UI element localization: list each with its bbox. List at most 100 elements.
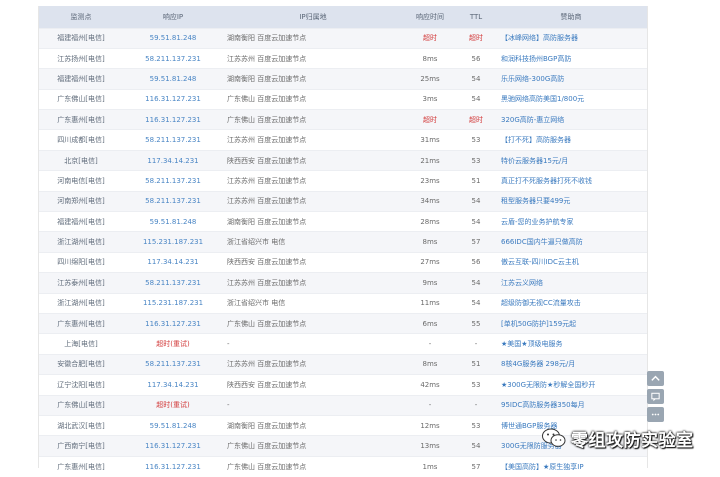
response-time-cell: 34ms	[403, 190, 457, 212]
monitor-location-cell: 福建福州[电信]	[39, 27, 123, 49]
header-response-time[interactable]: 响应时间	[403, 6, 457, 28]
ip-location-cell: 江苏苏州 百度云加速节点	[223, 47, 403, 69]
sponsor-cell: 【打不死】高防服务器	[495, 129, 647, 151]
monitor-location-cell: 浙江湖州[电信]	[39, 231, 123, 253]
table-row: 广东惠州[电信] 116.31.127.231 广东佛山 百度云加速节点 6ms 55 […	[39, 312, 647, 334]
sponsor-link[interactable]: 666IDC国内牛逼只做高防	[501, 238, 583, 246]
header-monitor[interactable]: 监测点	[39, 6, 123, 28]
sponsor-link[interactable]: 【打不死】高防服务器	[501, 136, 571, 144]
sponsor-link[interactable]: 8核4G服务器 298元/月	[501, 360, 575, 368]
sponsor-link[interactable]: 云盾-您的业务护航专家	[501, 218, 574, 226]
ttl-cell: 53	[457, 129, 495, 151]
ip-location-cell: 浙江省绍兴市 电信	[223, 231, 403, 253]
table-row: 广东惠州[电信] 116.31.127.231 广东佛山 百度云加速节点 1ms 57 【…	[39, 455, 647, 477]
monitor-location-cell: 河南电信[电信]	[39, 170, 123, 192]
ttl-cell: 54	[457, 190, 495, 212]
more-icon	[651, 413, 660, 416]
response-ip-cell: 117.34.14.231	[123, 251, 223, 273]
monitor-location-cell: 湖北武汉[电信]	[39, 414, 123, 436]
monitor-location-cell: 上海[电信]	[39, 333, 123, 355]
ttl-cell: 56	[457, 47, 495, 69]
table-row: 北京[电信] 117.34.14.231 陕西西安 百度云加速节点 21ms 53 特价云…	[39, 149, 647, 171]
ip-location-cell: 陕西西安 百度云加速节点	[223, 251, 403, 273]
response-ip-cell[interactable]: 超时(重试)	[123, 333, 223, 355]
response-ip-cell: 116.31.127.231	[123, 455, 223, 477]
response-ip-cell: 58.211.137.231	[123, 190, 223, 212]
sponsor-cell: 傲云互联-四川IDC云主机	[495, 251, 647, 273]
monitor-location-cell: 江苏扬州[电信]	[39, 47, 123, 69]
response-ip-cell: 116.31.127.231	[123, 435, 223, 457]
response-time-cell: 6ms	[403, 312, 457, 334]
sponsor-link[interactable]: 黑驰网络高防美国1/800元	[501, 95, 584, 103]
response-time-cell: 8ms	[403, 47, 457, 69]
sponsor-link[interactable]: ★300G无限防★秒解全国秒开	[501, 381, 595, 389]
table-row: 广东惠州[电信] 116.31.127.231 广东佛山 百度云加速节点 超时 超时 32…	[39, 109, 647, 130]
ip-location-cell: -	[223, 394, 403, 416]
monitor-location-cell: 浙江湖州[电信]	[39, 292, 123, 314]
monitor-location-cell: 四川绵阳[电信]	[39, 251, 123, 273]
ip-location-cell: 江苏苏州 百度云加速节点	[223, 129, 403, 151]
header-geo[interactable]: IP归属地	[223, 6, 403, 28]
ttl-cell: 57	[457, 455, 495, 477]
sponsor-link[interactable]: 超级防御无视CC流量攻击	[501, 299, 581, 307]
table-row: 辽宁沈阳[电信] 117.34.14.231 陕西西安 百度云加速节点 42ms 53 ★…	[39, 374, 647, 396]
response-time-cell: -	[403, 333, 457, 355]
sponsor-link[interactable]: 【美国高防】★原生独享IP	[501, 463, 584, 471]
sponsor-cell: 乐乐网络-300G高防	[495, 68, 647, 90]
table-row: 福建福州[电信] 59.51.81.248 湖南衡阳 百度云加速节点 超时 超时 【冰峰网…	[39, 27, 647, 49]
monitor-location-cell: 广东惠州[电信]	[39, 312, 123, 334]
monitor-location-cell: 广东惠州[电信]	[39, 455, 123, 477]
monitor-location-cell: 江苏泰州[电信]	[39, 272, 123, 294]
sponsor-link[interactable]: 傲云互联-四川IDC云主机	[501, 258, 579, 266]
scroll-top-button[interactable]	[647, 371, 664, 386]
ttl-cell: 54	[457, 292, 495, 314]
response-ip-cell: 115.231.187.231	[123, 292, 223, 314]
sponsor-link[interactable]: 乐乐网络-300G高防	[501, 75, 564, 83]
monitor-location-cell: 广西南宁[电信]	[39, 435, 123, 457]
response-time-cell: 8ms	[403, 353, 457, 375]
sponsor-link[interactable]: 320G高防-惠立网络	[501, 116, 564, 124]
ip-location-cell: 湖南衡阳 百度云加速节点	[223, 211, 403, 232]
sponsor-link[interactable]: 江苏云义网络	[501, 279, 543, 287]
sponsor-cell: 【冰峰网络】高防服务器	[495, 27, 647, 49]
ip-location-cell: 陕西西安 百度云加速节点	[223, 374, 403, 396]
response-ip-cell: 116.31.127.231	[123, 312, 223, 334]
sponsor-cell: 江苏云义网络	[495, 272, 647, 294]
ttl-cell: 55	[457, 312, 495, 334]
sponsor-link[interactable]: 【冰峰网络】高防服务器	[501, 34, 578, 42]
ip-location-cell: 陕西西安 百度云加速节点	[223, 149, 403, 171]
response-time-cell: 21ms	[403, 149, 457, 171]
table-row: 安徽合肥[电信] 58.211.137.231 江苏苏州 百度云加速节点 8ms 51 8…	[39, 353, 647, 375]
feedback-button[interactable]	[647, 389, 664, 404]
response-time-cell: 28ms	[403, 211, 457, 232]
ip-location-cell: 广东佛山 百度云加速节点	[223, 88, 403, 110]
sponsor-cell: [单机50G防护]159元起	[495, 312, 647, 334]
response-ip-cell: 59.51.81.248	[123, 414, 223, 436]
ip-location-cell: 广东佛山 百度云加速节点	[223, 435, 403, 457]
sponsor-link[interactable]: 真正打不死服务器打死不收钱	[501, 177, 592, 185]
sponsor-link[interactable]: ★美国★顶级电服务	[501, 340, 563, 348]
more-button[interactable]	[647, 407, 664, 422]
response-time-cell: 11ms	[403, 292, 457, 314]
sponsor-cell: 666IDC国内牛逼只做高防	[495, 231, 647, 253]
response-ip-cell: 59.51.81.248	[123, 68, 223, 90]
response-time-cell: -	[403, 394, 457, 416]
monitor-location-cell: 福建福州[电信]	[39, 68, 123, 90]
table-row: 福建福州[电信] 59.51.81.248 湖南衡阳 百度云加速节点 28ms 54 云盾…	[39, 211, 647, 232]
ping-results-table: 监测点 响应IP IP归属地 响应时间 TTL 赞助商 福建福州[电信] 59.5…	[39, 6, 647, 477]
sponsor-link[interactable]: [单机50G防护]159元起	[501, 320, 576, 328]
header-ttl[interactable]: TTL	[457, 6, 495, 28]
monitor-location-cell: 辽宁沈阳[电信]	[39, 374, 123, 396]
sponsor-link[interactable]: 租型服务器只要499元	[501, 197, 570, 205]
ip-location-cell: 湖南衡阳 百度云加速节点	[223, 414, 403, 436]
header-sponsor[interactable]: 赞助商	[495, 6, 647, 28]
response-ip-cell: 58.211.137.231	[123, 272, 223, 294]
sponsor-link[interactable]: 和润科技扬州BGP高防	[501, 55, 571, 63]
header-ip[interactable]: 响应IP	[123, 6, 223, 28]
response-ip-cell[interactable]: 超时(重试)	[123, 394, 223, 416]
sponsor-link[interactable]: 特价云服务器15元/月	[501, 157, 568, 165]
sponsor-cell: ★美国★顶级电服务	[495, 333, 647, 355]
response-time-cell: 31ms	[403, 129, 457, 151]
ttl-cell: 51	[457, 353, 495, 375]
sponsor-link[interactable]: 95IDC高防服务器350每月	[501, 401, 585, 409]
